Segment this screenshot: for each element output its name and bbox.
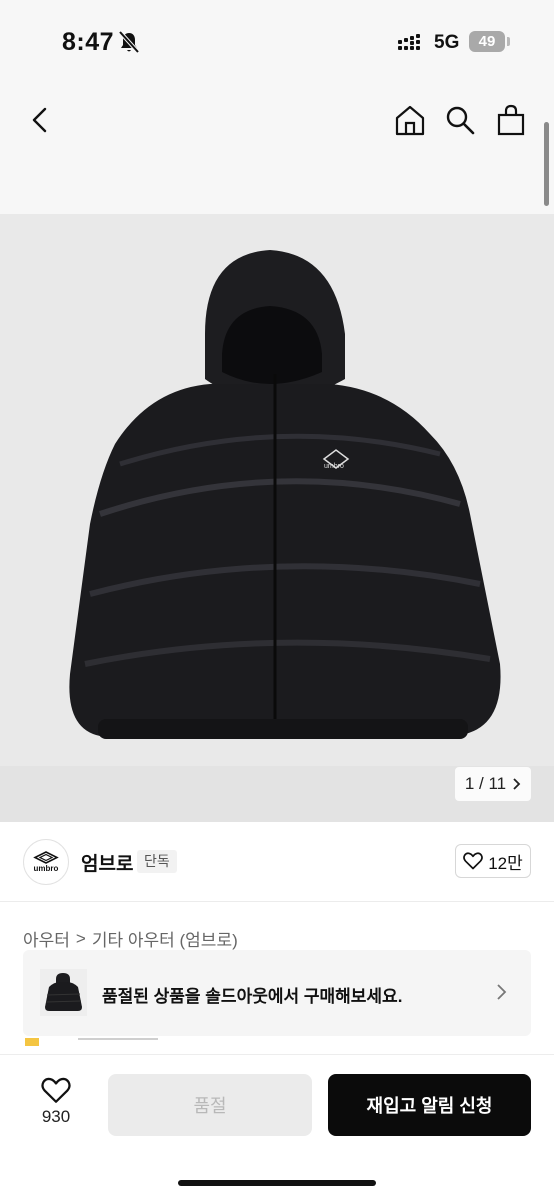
brand-name[interactable]: 엄브로 xyxy=(81,849,133,876)
back-button[interactable] xyxy=(18,98,62,142)
status-bar: 8:47 5G 49 xyxy=(0,0,554,84)
signal-icon xyxy=(398,34,420,50)
heart-icon xyxy=(463,852,484,870)
shopping-bag-button[interactable] xyxy=(489,98,533,142)
breadcrumb: 아우터 > 기타 아우터 (엄브로) xyxy=(23,926,238,951)
chevron-left-icon xyxy=(32,107,47,133)
brand-logo-text: umbro xyxy=(33,864,59,873)
product-image: umbro xyxy=(69,250,501,739)
home-button[interactable] xyxy=(388,98,432,142)
brand-like-button[interactable]: 12만 xyxy=(455,844,531,878)
battery-indicator: 49 xyxy=(469,31,505,52)
peeking-content xyxy=(25,1038,158,1046)
restock-alert-button[interactable]: 재입고 알림 신청 xyxy=(328,1074,531,1136)
umbro-diamond-icon xyxy=(33,851,59,864)
image-counter[interactable]: 1 / 11 xyxy=(455,767,531,801)
banner-thumbnail xyxy=(40,969,87,1016)
banner-text: 품절된 상품을 솔드아웃에서 구매해보세요. xyxy=(102,987,403,1006)
battery-tip xyxy=(507,37,510,46)
breadcrumb-subcategory[interactable]: 기타 아우터 (엄브로) xyxy=(92,926,238,951)
soldout-banner[interactable]: 품절된 상품을 솔드아웃에서 구매해보세요. xyxy=(23,950,531,1036)
shopping-bag-icon xyxy=(497,104,525,136)
image-counter-text: 1 / 11 xyxy=(464,774,507,793)
network-label: 5G xyxy=(434,32,460,53)
chevron-right-icon xyxy=(513,778,521,790)
brand-row: umbro 엄브로 단독 12만 xyxy=(0,822,554,902)
search-button[interactable] xyxy=(438,98,482,142)
home-icon xyxy=(395,105,425,136)
brand-logo[interactable]: umbro xyxy=(23,839,69,885)
breadcrumb-category[interactable]: 아우터 xyxy=(23,926,70,951)
exclusive-badge: 단독 xyxy=(137,850,177,873)
wishlist-count: 930 xyxy=(41,1107,71,1126)
product-image-gallery[interactable]: umbro 1 / 11 xyxy=(0,214,554,822)
brand-like-count: 12만 xyxy=(488,853,523,873)
chevron-right-icon xyxy=(497,984,507,1000)
soldout-button[interactable]: 품절 xyxy=(108,1074,312,1136)
jacket-logo-text: umbro xyxy=(324,463,344,470)
scrollbar[interactable] xyxy=(544,122,549,206)
bottom-action-bar: 930 품절 재입고 알림 신청 xyxy=(0,1054,554,1200)
bell-muted-icon xyxy=(118,30,140,54)
home-indicator[interactable] xyxy=(178,1180,376,1186)
wishlist-button[interactable]: 930 xyxy=(34,1077,78,1137)
top-nav xyxy=(0,84,554,214)
breadcrumb-separator: > xyxy=(75,928,86,948)
status-time: 8:47 xyxy=(62,28,115,56)
heart-icon xyxy=(41,1077,71,1103)
search-icon xyxy=(446,106,475,135)
